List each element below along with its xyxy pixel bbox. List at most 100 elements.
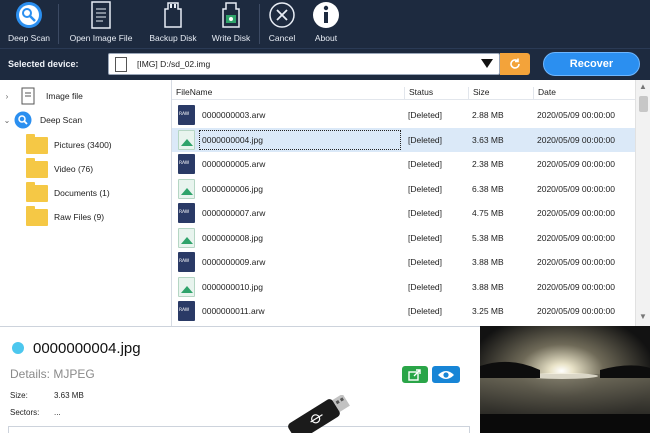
date-cell: 2020/05/09 00:00:00 bbox=[537, 257, 615, 267]
tree-item-image-file[interactable]: › Image file bbox=[2, 85, 83, 107]
table-row[interactable]: 0000000004.jpg [Deleted] 3.63 MB 2020/05/09… bbox=[172, 127, 635, 152]
table-row[interactable]: 0000000008.jpg [Deleted] 5.38 MB 2020/05/09… bbox=[172, 226, 635, 250]
backup-disk-label: Backup Disk bbox=[149, 33, 197, 43]
size-cell: 2.38 MB bbox=[472, 159, 504, 169]
scroll-up-icon[interactable]: ▲ bbox=[639, 82, 647, 91]
vertical-scrollbar[interactable]: ▲ ▼ bbox=[635, 80, 650, 326]
image-file-icon bbox=[178, 178, 195, 199]
table-row[interactable]: 0000000007.arw [Deleted] 4.75 MB 2020/05/09… bbox=[172, 201, 635, 225]
tree-item-label: Documents (1) bbox=[54, 188, 110, 198]
selected-device-label: Selected device: bbox=[8, 59, 79, 69]
size-cell: 3.88 MB bbox=[472, 257, 504, 267]
tree-item-deep-scan[interactable]: ⌄ Deep Scan bbox=[2, 109, 82, 131]
raw-file-icon bbox=[178, 105, 195, 125]
raw-file-icon bbox=[178, 203, 195, 223]
file-icon bbox=[115, 57, 127, 72]
open-image-file-label: Open Image File bbox=[69, 33, 133, 43]
tree-item-label: Video (76) bbox=[54, 164, 94, 174]
size-label: Size: bbox=[10, 391, 28, 400]
filename-cell[interactable]: 0000000009.arw bbox=[200, 253, 400, 271]
size-cell: 4.75 MB bbox=[472, 208, 504, 218]
tree-item-label: Image file bbox=[46, 91, 83, 101]
size-cell: 5.38 MB bbox=[472, 232, 504, 243]
filename-cell[interactable]: 0000000005.arw bbox=[200, 155, 400, 173]
cancel-icon bbox=[267, 0, 297, 30]
status-cell: [Deleted] bbox=[408, 281, 443, 292]
date-cell: 2020/05/09 00:00:00 bbox=[537, 306, 615, 316]
column-header-status[interactable]: Status bbox=[404, 87, 433, 99]
image-file-icon bbox=[178, 129, 195, 150]
filename-cell[interactable]: 0000000010.jpg bbox=[200, 278, 400, 296]
cancel-button[interactable]: Cancel bbox=[260, 0, 304, 48]
date-cell: 2020/05/09 00:00:00 bbox=[537, 281, 615, 292]
backup-disk-button[interactable]: Backup Disk bbox=[143, 0, 203, 48]
filename-cell[interactable]: 0000000003.arw bbox=[200, 106, 400, 124]
tree-item-label: Deep Scan bbox=[40, 115, 83, 125]
date-cell: 2020/05/09 00:00:00 bbox=[537, 208, 615, 218]
table-row[interactable]: 0000000011.arw [Deleted] 3.25 MB 2020/05/09… bbox=[172, 299, 635, 323]
file-type-indicator bbox=[12, 342, 24, 354]
filename-text: 0000000010.jpg bbox=[202, 281, 263, 292]
filename-text: 0000000007.arw bbox=[202, 208, 266, 218]
preview-button[interactable] bbox=[432, 366, 460, 383]
filename-cell[interactable]: 0000000008.jpg bbox=[200, 229, 400, 247]
filename-text: 0000000008.jpg bbox=[202, 232, 263, 243]
write-disk-label: Write Disk bbox=[211, 33, 251, 43]
table-row[interactable]: 0000000010.jpg [Deleted] 3.88 MB 2020/05/09… bbox=[172, 275, 635, 299]
deep-scan-button[interactable]: Deep Scan bbox=[0, 0, 58, 48]
scroll-down-icon[interactable]: ▼ bbox=[639, 312, 647, 321]
folder-icon bbox=[26, 181, 48, 202]
date-cell: 2020/05/09 00:00:00 bbox=[537, 159, 615, 169]
recover-button[interactable]: Recover bbox=[543, 52, 640, 76]
status-cell: [Deleted] bbox=[408, 183, 443, 194]
tree-item-raw-files[interactable]: Raw Files (9) bbox=[26, 205, 105, 228]
export-button[interactable] bbox=[402, 366, 428, 383]
raw-file-icon bbox=[178, 154, 195, 174]
column-header-filename[interactable]: FileName bbox=[172, 87, 212, 99]
eye-icon bbox=[438, 370, 454, 379]
collapse-icon[interactable]: ⌄ bbox=[2, 116, 12, 125]
refresh-icon bbox=[510, 58, 520, 69]
tree-item-label: Raw Files (9) bbox=[54, 212, 105, 222]
image-file-icon bbox=[178, 227, 195, 248]
tree-item-documents[interactable]: Documents (1) bbox=[26, 181, 110, 204]
filename-cell[interactable]: 0000000011.arw bbox=[200, 302, 400, 320]
deep-scan-label: Deep Scan bbox=[7, 33, 51, 43]
filename-text: 0000000011.arw bbox=[202, 306, 265, 316]
status-cell: [Deleted] bbox=[408, 208, 443, 218]
about-label: About bbox=[314, 33, 338, 43]
write-disk-button[interactable]: Write Disk bbox=[203, 0, 259, 48]
expand-icon[interactable]: › bbox=[2, 92, 12, 101]
device-bar: Selected device: [IMG] D:/sd_02.img Reco… bbox=[0, 48, 650, 80]
file-table: FileName Status Size Date 0000000003.arw… bbox=[172, 80, 635, 326]
size-cell: 2.88 MB bbox=[472, 110, 504, 120]
filename-cell[interactable]: 0000000004.jpg bbox=[199, 129, 401, 150]
image-preview bbox=[480, 326, 650, 433]
date-cell: 2020/05/09 00:00:00 bbox=[537, 110, 615, 120]
table-row[interactable]: 0000000003.arw [Deleted] 2.88 MB 2020/05/09… bbox=[172, 103, 635, 127]
filename-cell[interactable]: 0000000007.arw bbox=[200, 204, 400, 222]
filename-cell[interactable]: 0000000006.jpg bbox=[200, 180, 400, 198]
about-button[interactable]: About bbox=[304, 0, 348, 48]
filename-text: 0000000003.arw bbox=[202, 110, 266, 120]
info-icon bbox=[311, 0, 341, 30]
details-box bbox=[8, 426, 470, 433]
open-image-file-button[interactable]: Open Image File bbox=[59, 0, 143, 48]
tree-item-video[interactable]: Video (76) bbox=[26, 157, 94, 180]
tree-item-label: Pictures (3400) bbox=[54, 140, 112, 150]
filename-text: 0000000005.arw bbox=[202, 159, 266, 169]
size-cell: 3.88 MB bbox=[472, 281, 504, 292]
table-header: FileName Status Size Date bbox=[172, 84, 635, 100]
device-select[interactable]: [IMG] D:/sd_02.img bbox=[108, 53, 500, 75]
column-header-date[interactable]: Date bbox=[533, 87, 556, 99]
table-row[interactable]: 0000000009.arw [Deleted] 3.88 MB 2020/05/09… bbox=[172, 250, 635, 274]
tree-item-pictures[interactable]: Pictures (3400) bbox=[26, 133, 112, 156]
folder-icon bbox=[26, 157, 48, 178]
table-row[interactable]: 0000000006.jpg [Deleted] 6.38 MB 2020/05/09… bbox=[172, 177, 635, 201]
column-header-size[interactable]: Size bbox=[468, 87, 490, 99]
scrollbar-thumb[interactable] bbox=[639, 96, 648, 112]
dropdown-arrow-icon[interactable] bbox=[481, 59, 493, 68]
refresh-button[interactable] bbox=[500, 53, 530, 75]
table-row[interactable]: 0000000005.arw [Deleted] 2.38 MB 2020/05/09… bbox=[172, 152, 635, 176]
backup-disk-icon bbox=[158, 0, 188, 30]
